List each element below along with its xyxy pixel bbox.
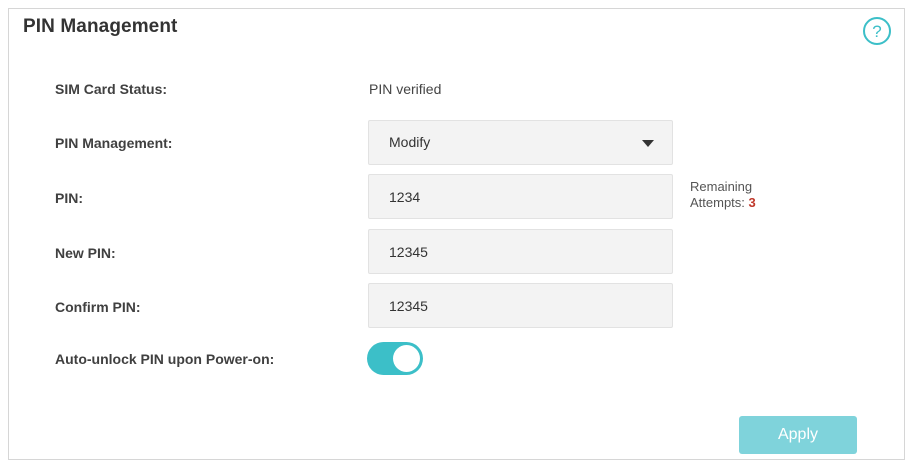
remaining-attempts-count: 3	[748, 195, 756, 210]
confirm-pin-input[interactable]	[369, 284, 672, 327]
new-pin-label: New PIN:	[55, 245, 116, 261]
confirm-pin-field[interactable]	[368, 283, 673, 328]
apply-button[interactable]: Apply	[739, 416, 857, 454]
new-pin-input[interactable]	[369, 230, 672, 273]
remaining-attempts-label: Attempts:	[690, 195, 745, 210]
pin-label: PIN:	[55, 190, 83, 206]
pin-input[interactable]	[369, 175, 672, 218]
toggle-knob	[393, 345, 420, 372]
pin-management-panel: PIN Management ? SIM Card Status: PIN ve…	[8, 8, 905, 460]
sim-status-label: SIM Card Status:	[55, 81, 168, 97]
sim-status-value: PIN verified	[369, 81, 442, 97]
confirm-pin-label: Confirm PIN:	[55, 299, 141, 315]
pin-management-label: PIN Management:	[55, 135, 173, 151]
auto-unlock-label: Auto-unlock PIN upon Power-on:	[55, 351, 275, 367]
remaining-attempts-line1: Remaining	[690, 179, 753, 194]
page-title: PIN Management	[23, 16, 178, 37]
new-pin-field[interactable]	[368, 229, 673, 274]
help-question-icon[interactable]: ?	[862, 16, 892, 46]
pin-field[interactable]	[368, 174, 673, 219]
pin-management-select[interactable]: Modify	[368, 120, 673, 165]
svg-text:?: ?	[872, 22, 881, 41]
remaining-attempts: Remaining Attempts: 3	[690, 179, 756, 211]
remaining-attempts-line2: Attempts: 3	[690, 195, 756, 211]
chevron-down-icon	[642, 140, 654, 147]
auto-unlock-toggle[interactable]	[367, 342, 423, 375]
pin-management-selected: Modify	[389, 134, 431, 150]
